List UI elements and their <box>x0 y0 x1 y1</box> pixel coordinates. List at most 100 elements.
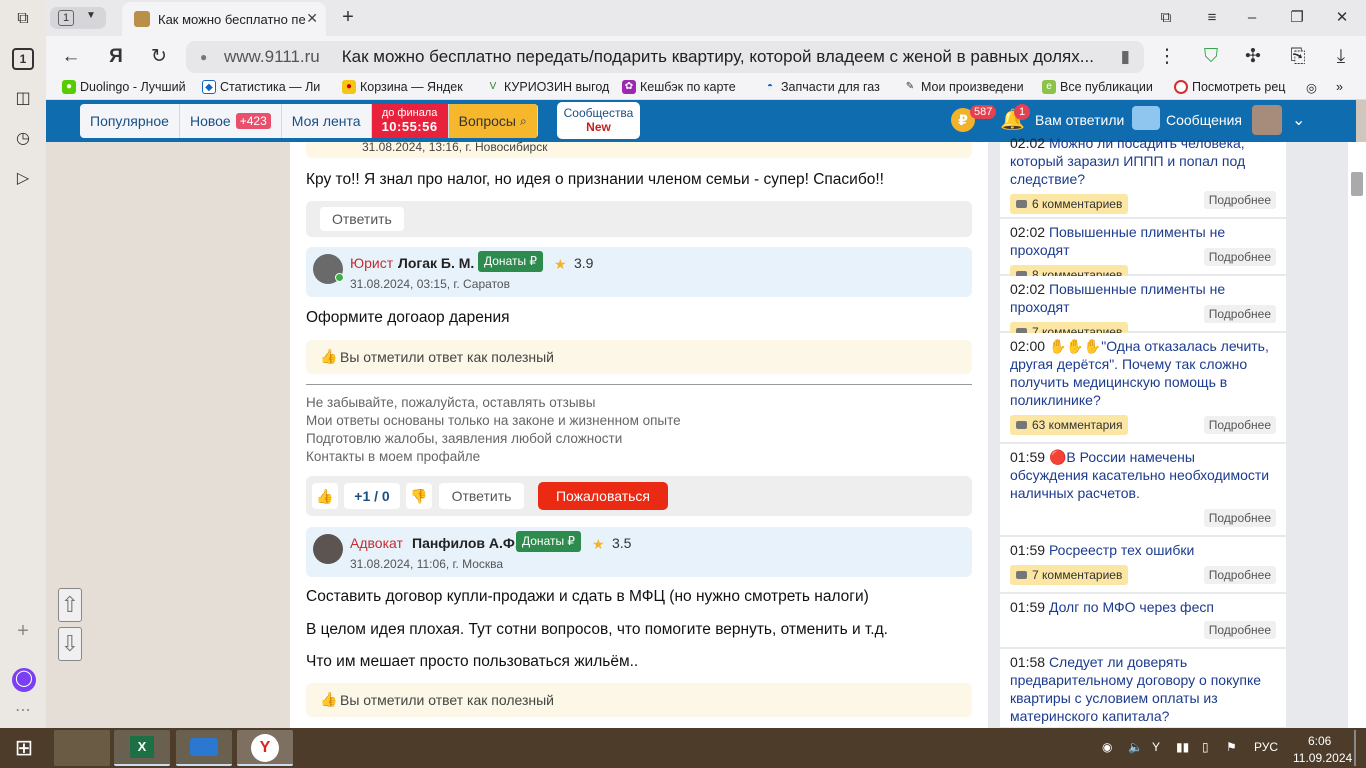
news-sidebar: 02:02 Можно ли посадить человека, которы… <box>988 135 1366 728</box>
site-favicon-icon <box>134 11 150 27</box>
scroll-down-icon[interactable]: ⇩ <box>58 627 82 661</box>
yandex-browser-icon[interactable]: Y <box>237 730 293 766</box>
collections-icon[interactable]: ⎘ <box>1285 44 1311 70</box>
news-item[interactable]: 02:02 Повышенные плименты не проходят 8 … <box>1000 219 1286 285</box>
lawyer-name[interactable]: Панфилов А.Ф. <box>412 535 519 551</box>
comments-badge[interactable]: 63 комментария <box>1010 415 1129 435</box>
scroll-up-icon[interactable]: ⇧ <box>58 588 82 622</box>
nav-questions[interactable]: Вопросы ⌕ <box>448 104 538 138</box>
close-tab-icon[interactable]: ✕ <box>306 10 318 27</box>
lawyer-name[interactable]: Логак Б. М. <box>398 255 474 271</box>
language-indicator[interactable]: РУС <box>1254 740 1278 754</box>
tab-count-icon[interactable]: 1 <box>12 48 34 70</box>
restore-icon[interactable]: ❐ <box>1285 6 1309 30</box>
download-icon[interactable]: ⤓ <box>1328 44 1354 70</box>
back-icon[interactable]: ← <box>58 44 84 70</box>
more-bookmarks-icon[interactable]: » <box>1336 80 1354 94</box>
volume-icon[interactable]: 🔈 <box>1128 740 1143 754</box>
bookmark-publications[interactable]: e Все публикации <box>1042 80 1164 94</box>
nav-new[interactable]: Новое +423 <box>180 104 282 138</box>
tray-avast-icon[interactable]: ◉ <box>1102 740 1112 754</box>
bookmark-statistics[interactable]: ◆ Статистика — Ли <box>202 80 332 94</box>
bookmark-reviews[interactable]: Посмотреть рец <box>1174 80 1294 94</box>
bookmark-cashback[interactable]: ✿ Кешбэк по карте <box>622 80 752 94</box>
news-item[interactable]: 01:59 Долг по МФО через фесп Подробнее <box>1000 594 1286 648</box>
bookmark-works[interactable]: ✎ Мои произведени <box>903 80 1031 94</box>
tabs-icon[interactable]: ⧉ <box>12 8 34 30</box>
scrollbar-thumb[interactable] <box>1351 172 1363 196</box>
chevron-down-icon[interactable]: ⌄ <box>1292 110 1305 130</box>
bookmark-kuriozin[interactable]: V КУРИОЗИН выгод <box>486 80 614 94</box>
bookmark-icon[interactable]: ▮ <box>1121 47 1130 67</box>
yandex-logo-icon[interactable]: Я <box>103 44 129 70</box>
active-tab[interactable]: Как можно бесплатно пе ✕ <box>122 2 326 36</box>
menu-icon[interactable]: ≡ <box>1200 6 1224 30</box>
new-tab-button[interactable]: + <box>336 6 360 30</box>
battery-icon[interactable]: ▯ <box>1202 740 1209 754</box>
answered-link[interactable]: Вам ответили <box>1035 112 1124 128</box>
excel-icon[interactable]: X <box>114 730 170 766</box>
page-scrollbar[interactable] <box>1348 142 1366 728</box>
news-item[interactable]: 02:02 Повышенные плименты не проходят 7 … <box>1000 276 1286 342</box>
bookmark-duolingo[interactable]: ● Duolingo - Лучший <box>62 80 192 94</box>
messages-link[interactable]: Сообщения <box>1166 112 1242 128</box>
comments-badge[interactable]: 6 комментариев <box>1010 194 1129 214</box>
more-button[interactable]: Подробнее <box>1203 621 1276 639</box>
nav-feed[interactable]: Моя лента <box>282 104 372 138</box>
news-item[interactable]: 01:58 Следует ли доверять предварительно… <box>1000 649 1286 728</box>
tab-group-button[interactable]: 1 ▼ <box>50 7 106 29</box>
donate-button[interactable]: Донаты ₽ <box>516 531 582 552</box>
add-panel-icon[interactable]: + <box>12 620 34 642</box>
avatar[interactable] <box>313 534 343 564</box>
more-button[interactable]: Подробнее <box>1203 566 1276 584</box>
layers-icon[interactable] <box>176 730 232 766</box>
windows-start-icon[interactable]: ⊞ <box>0 730 48 766</box>
thumbs-up-icon[interactable]: 👍 <box>312 483 338 509</box>
bookmark-parts[interactable]: ◓ Запчасти для газ <box>763 80 891 94</box>
bookmark-manager-icon[interactable]: ⧉ <box>1154 6 1178 30</box>
history-icon[interactable]: ◷ <box>12 128 34 150</box>
more-button[interactable]: Подробнее <box>1203 248 1276 266</box>
more-icon[interactable]: ⋯ <box>12 700 34 722</box>
shield-icon[interactable]: ⛉ <box>1198 44 1224 70</box>
news-item[interactable]: 01:59 🔴В России намечены обсуждения каса… <box>1000 444 1286 536</box>
bookmark-cart[interactable]: ● Корзина — Яндек <box>342 80 472 94</box>
reply-button[interactable]: Ответить <box>439 483 524 509</box>
communities-button[interactable]: Сообщества New <box>557 102 640 139</box>
pin-icon[interactable]: ⚑ <box>1226 740 1237 754</box>
thumbs-down-icon[interactable]: 👎 <box>406 483 432 509</box>
extensions-icon[interactable]: ✣ <box>1240 44 1266 70</box>
db-icon[interactable]: ◎ <box>1306 80 1324 95</box>
more-button[interactable]: Подробнее <box>1203 191 1276 209</box>
news-item[interactable]: 02:00 ✋✋✋"Одна отказалась лечить, другая… <box>1000 333 1286 443</box>
news-item[interactable]: 01:59 Росреестр тех ошибки 7 комментарие… <box>1000 537 1286 593</box>
yandex-tray-icon[interactable]: Y <box>1152 740 1160 754</box>
news-item[interactable]: 02:02 Можно ли посадить человека, которы… <box>1000 135 1286 218</box>
more-button[interactable]: Подробнее <box>1203 305 1276 323</box>
app-icon[interactable] <box>54 730 110 766</box>
show-desktop-button[interactable] <box>1354 730 1356 766</box>
camera-icon[interactable]: ◫ <box>12 88 34 110</box>
reply-button[interactable]: Ответить <box>320 207 404 231</box>
play-icon[interactable]: ▷ <box>12 168 34 190</box>
news-title: 🔴В России намечены обсуждения касательно… <box>1010 449 1270 501</box>
clock-date[interactable]: 11.09.2024 <box>1293 751 1352 765</box>
nav-popular[interactable]: Популярное <box>80 104 180 138</box>
donate-button[interactable]: Донаты ₽ <box>478 251 544 272</box>
avatar[interactable] <box>1252 105 1282 135</box>
address-bar[interactable]: ● www.9111.ru Как можно бесплатно переда… <box>186 41 1144 73</box>
network-icon[interactable]: ▮▮ <box>1176 740 1189 754</box>
messages-icon[interactable] <box>1132 106 1160 130</box>
more-button[interactable]: Подробнее <box>1203 416 1276 434</box>
complain-button[interactable]: Пожаловаться <box>538 482 668 510</box>
clock-time[interactable]: 6:06 <box>1308 734 1331 748</box>
minimize-icon[interactable]: – <box>1240 6 1264 30</box>
final-timer[interactable]: до финала 10:55:56 <box>371 104 449 138</box>
close-window-icon[interactable]: ✕ <box>1330 6 1354 30</box>
alice-icon[interactable]: ◯ <box>12 668 36 692</box>
comments-badge[interactable]: 7 комментариев <box>1010 565 1129 585</box>
more-button[interactable]: Подробнее <box>1203 509 1276 527</box>
reload-icon[interactable]: ↻ <box>146 44 172 70</box>
more-vert-icon[interactable]: ⋮ <box>1154 44 1180 70</box>
bookmark-label: КУРИОЗИН выгод <box>504 80 610 94</box>
